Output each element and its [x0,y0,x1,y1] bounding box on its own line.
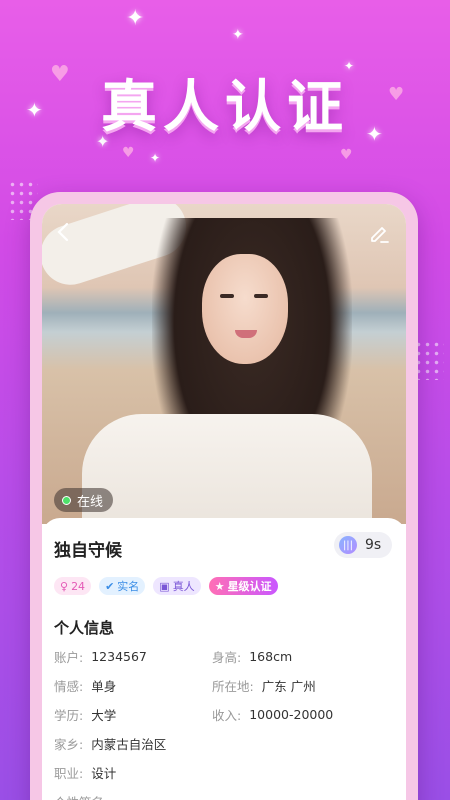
id-card-icon: ▣ [159,579,170,593]
info-label: 情感: [54,678,84,694]
phone-mockup: 在线 独自守候 ||| 9s ♀ 24 ✔ 实名 ▣ 真人 ★ 星级认证 个人信… [30,192,418,800]
info-label: 收入: [212,707,242,723]
page-title: 真人认证 [101,75,349,140]
personal-info-grid: 账户: 1234567 身高: 168cm 情感: 单身 所在地: 广东 广州 … [54,646,394,800]
mouth [235,330,257,338]
real-person-label: 真人 [172,580,195,593]
heart-icon: ♥ [340,147,353,163]
realname-tag: ✔ 实名 [99,577,146,595]
online-label: 在线 [77,494,104,510]
realname-label: 实名 [117,580,140,593]
info-label: 个性签名: [54,792,108,800]
info-relationship: 情感: 单身 [54,675,212,695]
profile-photo[interactable]: 在线 [42,204,406,544]
chevron-left-icon [57,222,69,242]
soundwave-icon: ||| [339,536,357,554]
female-icon: ♀ [60,579,69,593]
profile-card: 独自守候 ||| 9s ♀ 24 ✔ 实名 ▣ 真人 ★ 星级认证 个人信息 账… [42,518,406,800]
info-signature: 个性签名: [54,791,212,800]
sparkle-icon: ✦ [232,27,244,43]
decor-dots [414,340,444,380]
verified-icon: ✔ [105,579,115,593]
profile-screen: 在线 独自守候 ||| 9s ♀ 24 ✔ 实名 ▣ 真人 ★ 星级认证 个人信… [42,204,406,800]
age-value: 24 [71,579,86,593]
info-value: 单身 [91,678,117,694]
info-education: 学历: 大学 [54,704,212,724]
sparkle-icon: ✦ [126,6,145,31]
info-value: 1234567 [91,648,147,664]
personal-info-title: 个人信息 [54,619,115,637]
online-status-badge: 在线 [54,488,114,512]
info-label: 所在地: [212,678,254,694]
info-income: 收入: 10000-20000 [212,704,402,724]
info-label: 学历: [54,707,84,723]
star-label: 星级认证 [227,580,272,593]
info-value: 设计 [91,765,117,781]
info-label: 账户: [54,649,84,665]
info-label: 职业: [54,765,84,781]
info-value: 大学 [91,707,117,723]
star-certification-tag: ★ 星级认证 [208,577,278,595]
real-person-tag: ▣ 真人 [153,577,201,595]
eye-right [254,294,268,298]
online-dot-icon [62,495,71,505]
info-label: 家乡: [54,736,84,752]
heart-icon: ♥ [122,145,135,161]
back-button[interactable] [56,222,82,248]
info-hometown: 家乡: 内蒙古自治区 [54,733,212,753]
edit-icon [371,227,389,243]
info-empty [212,733,402,753]
info-value: 内蒙古自治区 [91,736,167,752]
info-location: 所在地: 广东 广州 [212,675,402,695]
photo-face [202,254,288,364]
profile-tags: ♀ 24 ✔ 实名 ▣ 真人 ★ 星级认证 [54,577,394,595]
info-height: 身高: 168cm [212,646,402,666]
edit-button[interactable] [366,222,392,248]
sparkle-icon: ✦ [150,151,161,165]
info-empty [212,762,402,782]
voice-duration: 9s [365,537,382,553]
info-value: 168cm [249,648,293,664]
info-value: 10000-20000 [249,706,334,722]
info-label: 身高: [212,649,242,665]
info-value: 广东 广州 [261,678,316,694]
star-icon: ★ [214,579,225,593]
age-tag: ♀ 24 [54,577,92,595]
info-account: 账户: 1234567 [54,646,212,666]
eye-left [220,294,234,298]
info-job: 职业: 设计 [54,762,212,782]
voice-intro-button[interactable]: ||| 9s [334,532,392,558]
